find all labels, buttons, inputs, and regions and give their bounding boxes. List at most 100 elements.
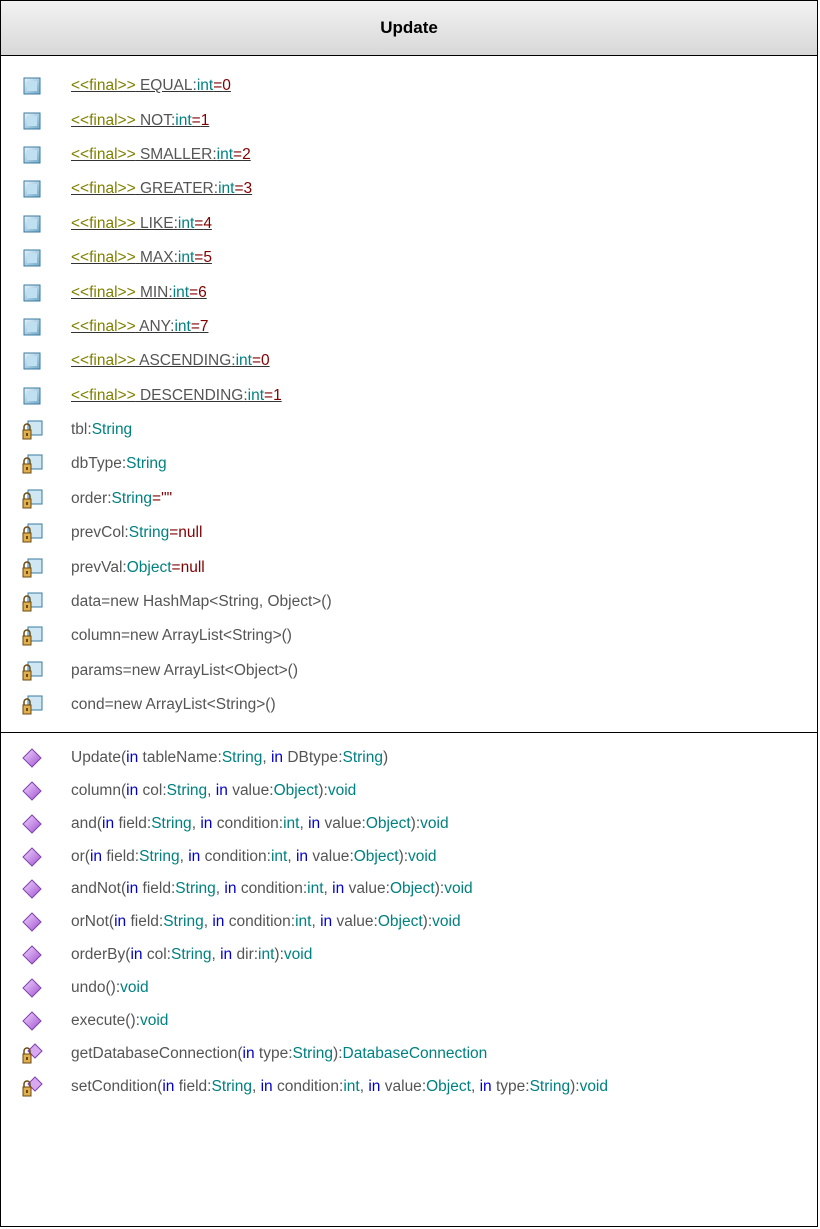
attribute-name: params=new ArrayList<Object>() [71,661,298,679]
attribute-row[interactable]: data=new HashMap<String, Object>() [1,585,817,619]
static-field-icon [21,75,43,97]
uml-class-box[interactable]: Update <<final>> EQUAL:int=0 <<final>> NO… [0,0,818,1227]
attribute-name: EQUAL [139,77,193,95]
param-type: String [175,880,216,898]
param-comma: , [323,880,333,898]
static-field-icon [21,385,43,407]
param-type: Object [389,880,435,898]
attribute-row[interactable]: prevVal:Object=null [1,550,817,584]
attribute-type: int [247,386,265,404]
attribute-row[interactable]: <<final>> NOT:int=1 [1,103,817,137]
attribute-type: int [172,283,190,301]
stereotype-label: <<final>> [71,352,136,370]
attribute-row[interactable]: <<final>> SMALLER:int=2 [1,138,817,172]
stereotype-label: <<final>> [71,180,136,198]
param-direction: in [162,1077,175,1095]
attribute-row[interactable]: <<final>> EQUAL:int=0 [1,69,817,103]
param-name: col [146,946,167,964]
operation-row[interactable]: column(in col:String, in value:Object):v… [1,774,817,807]
param-type: String [221,748,263,766]
param-direction: in [130,946,143,964]
attribute-default-value: 1 [273,386,282,404]
stereotype-label: <<final>> [71,111,136,129]
attribute-row[interactable]: <<final>> GREATER:int=3 [1,172,817,206]
attribute-signature: column=new ArrayList<String>() [71,627,292,645]
private-field-lock-icon [21,419,43,441]
attribute-row[interactable]: dbType:String [1,447,817,481]
attribute-row[interactable]: <<final>> LIKE:int=4 [1,207,817,241]
attribute-signature: <<final>> NOT:int=1 [71,112,209,130]
attribute-default-value: 3 [243,180,253,198]
param-direction: in [224,880,237,898]
default-equals: = [264,386,274,404]
attribute-row[interactable]: prevCol:String=null [1,516,817,550]
attribute-type: int [235,352,252,370]
param-direction: in [332,880,345,898]
param-direction: in [320,913,333,931]
attribute-name: cond=new ArrayList<String>() [71,696,276,714]
default-equals: = [152,489,162,507]
attribute-name: MIN [139,283,169,301]
attribute-row[interactable]: <<final>> MIN:int=6 [1,275,817,309]
operation-row[interactable]: orNot(in field:String, in condition:int,… [1,906,817,939]
stereotype-label: <<final>> [71,77,136,95]
attribute-type: String [111,489,153,507]
public-method-icon [21,878,43,900]
param-name: field [106,847,135,865]
attribute-row[interactable]: cond=new ArrayList<String>() [1,688,817,722]
operation-row[interactable]: andNot(in field:String, in condition:int… [1,873,817,906]
attribute-signature: <<final>> GREATER:int=3 [71,180,252,198]
attribute-signature: <<final>> SMALLER:int=2 [71,146,251,164]
attribute-type: int [216,145,234,163]
static-field-icon [21,316,43,338]
attribute-signature: <<final>> LIKE:int=4 [71,215,212,233]
param-direction: in [260,1077,273,1095]
operation-row[interactable]: or(in field:String, in condition:int, in… [1,840,817,873]
operation-name: orderBy [71,946,126,964]
private-field-lock-icon [21,694,43,716]
return-type: void [432,913,461,931]
operation-row[interactable]: undo():void [1,972,817,1005]
param-comma: , [287,847,296,865]
operation-row[interactable]: setCondition(in field:String, in conditi… [1,1070,817,1103]
attribute-row[interactable]: <<final>> ASCENDING:int=0 [1,344,817,378]
operation-row[interactable]: getDatabaseConnection(in type:String):Da… [1,1037,817,1070]
attribute-row[interactable]: tbl:String [1,413,817,447]
default-equals: = [191,111,201,129]
operation-name: orNot [71,913,109,931]
attribute-row[interactable]: <<final>> MAX:int=5 [1,241,817,275]
default-equals: = [189,283,199,301]
attribute-name: LIKE [139,214,174,232]
param-direction: in [126,880,139,898]
param-name: type [258,1044,289,1062]
attribute-type: Object [126,558,172,576]
attribute-default-value: 2 [242,145,251,163]
attribute-name: DESCENDING [139,386,244,404]
param-comma: , [179,847,189,865]
param-direction: in [220,946,233,964]
return-type: void [444,880,473,898]
param-direction: in [114,913,127,931]
param-type: int [283,814,300,832]
private-field-lock-icon [21,591,43,613]
static-field-icon [21,282,43,304]
operation-row[interactable]: orderBy(in col:String, in dir:int):void [1,939,817,972]
attribute-row[interactable]: params=new ArrayList<Object>() [1,654,817,688]
operation-row[interactable]: Update(in tableName:String, in DBtype:St… [1,741,817,774]
operation-signature: undo():void [71,979,149,997]
attribute-row[interactable]: <<final>> ANY:int=7 [1,310,817,344]
public-method-icon [21,747,43,769]
operation-row[interactable]: execute():void [1,1005,817,1038]
attribute-row[interactable]: column=new ArrayList<String>() [1,619,817,653]
return-type: void [579,1077,608,1095]
attribute-row[interactable]: <<final>> DESCENDING:int=1 [1,379,817,413]
param-direction: in [215,781,228,799]
return-type: void [120,979,149,997]
operation-row[interactable]: and(in field:String, in condition:int, i… [1,807,817,840]
param-name: dir [236,946,254,964]
private-field-lock-icon [21,660,43,682]
param-type: String [139,847,180,865]
operation-name: execute [71,1011,126,1029]
stereotype-label: <<final>> [71,214,136,232]
attribute-row[interactable]: order:String="" [1,482,817,516]
